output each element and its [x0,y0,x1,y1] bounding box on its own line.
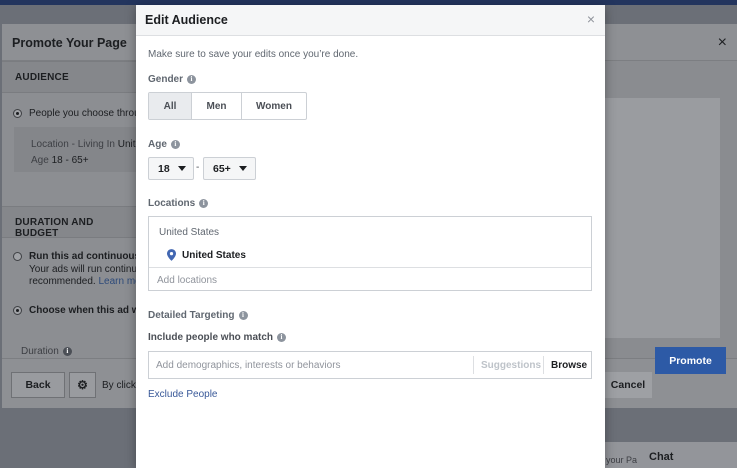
choose-when-label: Choose when this ad wi [29,305,143,316]
browse-button[interactable]: Browse [543,356,587,374]
age-prefix: Age [31,155,52,166]
chevron-down-icon [177,166,186,171]
audience-section-header: AUDIENCE [2,61,136,93]
locations-box: United States United States Add location… [148,216,592,291]
locations-info-icon[interactable]: i [199,199,209,208]
gender-all-button[interactable]: All [149,93,192,119]
duration-section-header: DURATION AND BUDGET [2,206,136,239]
locations-label-text: Locations [148,198,196,209]
age-value: 18 - 65+ [51,155,89,166]
edit-audience-modal: Edit Audience × Make sure to save your e… [136,5,605,468]
close-icon[interactable]: × [587,11,595,27]
chat-label[interactable]: Chat [649,451,673,463]
location-country-header: United States [159,227,220,238]
locations-label: Locations i [148,198,209,209]
add-locations-input[interactable]: Add locations [149,267,591,291]
run-continuously-label: Run this ad continuousl [29,251,143,262]
chevron-down-icon [238,166,247,171]
audience-section-label: AUDIENCE [15,72,69,83]
audience-location-text: Location - Living In Unite [31,139,141,150]
info-icon: i [62,347,72,356]
detailed-targeting-label: Detailed Targeting i [148,310,248,321]
edit-audience-header: Edit Audience × [136,5,605,36]
run-continuously-radio[interactable] [13,252,22,261]
run-desc-recommended: recommended. [29,276,99,287]
gender-label-text: Gender [148,74,184,85]
audience-summary-box: Location - Living In Unite Age 18 - 65+ [14,127,141,172]
age-info-icon[interactable]: i [170,140,180,149]
promote-left-panel: AUDIENCE People you choose throu Locatio… [2,61,143,408]
gender-women-button[interactable]: Women [242,93,306,119]
gender-men-button[interactable]: Men [192,93,242,119]
preview-panel [604,98,720,338]
include-people-label: Include people who match i [148,332,287,343]
location-item[interactable]: United States [167,249,246,261]
location-item-label: United States [182,249,246,261]
edit-audience-title: Edit Audience [145,13,228,27]
terms-text: By click [102,380,136,391]
promote-button[interactable]: Promote [655,347,726,374]
duration-label-text: Duration [21,346,59,357]
exclude-people-link[interactable]: Exclude People [148,389,218,400]
include-people-label-text: Include people who match [148,332,274,343]
back-button[interactable]: Back [11,372,65,398]
detailed-targeting-box: Add demographics, interests or behaviors… [148,351,592,379]
save-notice: Make sure to save your edits once you’re… [148,49,359,60]
promote-title: Promote Your Page [12,36,127,50]
run-desc-line1: Your ads will run continu [29,264,138,275]
gender-info-icon[interactable]: i [187,75,197,84]
age-label: Age i [148,139,180,150]
settings-gear-button[interactable]: ⚙ [69,372,96,398]
detailed-targeting-input[interactable]: Add demographics, interests or behaviors [156,360,341,371]
promote-close-icon[interactable]: × [718,34,727,52]
learn-more-link[interactable]: Learn mo [98,276,140,287]
duration-section-label: DURATION AND BUDGET [15,217,94,239]
duration-label: Duration i [21,346,72,357]
age-separator: - [196,162,200,173]
suggestions-button[interactable]: Suggestions [473,356,541,374]
location-prefix: Location - Living In [31,139,118,150]
detailed-targeting-label-text: Detailed Targeting [148,310,235,321]
include-info-icon[interactable]: i [277,333,287,342]
gender-selector: All Men Women [148,92,307,120]
age-max-value: 65+ [213,162,231,175]
location-pin-icon [167,249,176,261]
audience-age-text: Age 18 - 65+ [31,155,89,166]
audience-option-label: People you choose throu [29,108,140,119]
cancel-button[interactable]: Cancel [604,372,652,398]
gender-label: Gender i [148,74,197,85]
age-max-dropdown[interactable]: 65+ [203,157,256,180]
run-desc-line2: recommended. Learn mo [29,276,141,287]
faded-page-text: your Pa [606,455,638,465]
audience-radio[interactable] [13,109,22,118]
age-label-text: Age [148,139,167,150]
age-min-dropdown[interactable]: 18 [148,157,194,180]
gear-icon: ⚙ [77,378,88,392]
age-min-value: 18 [158,162,170,175]
detailed-targeting-info-icon[interactable]: i [238,311,248,320]
choose-when-radio[interactable] [13,306,22,315]
